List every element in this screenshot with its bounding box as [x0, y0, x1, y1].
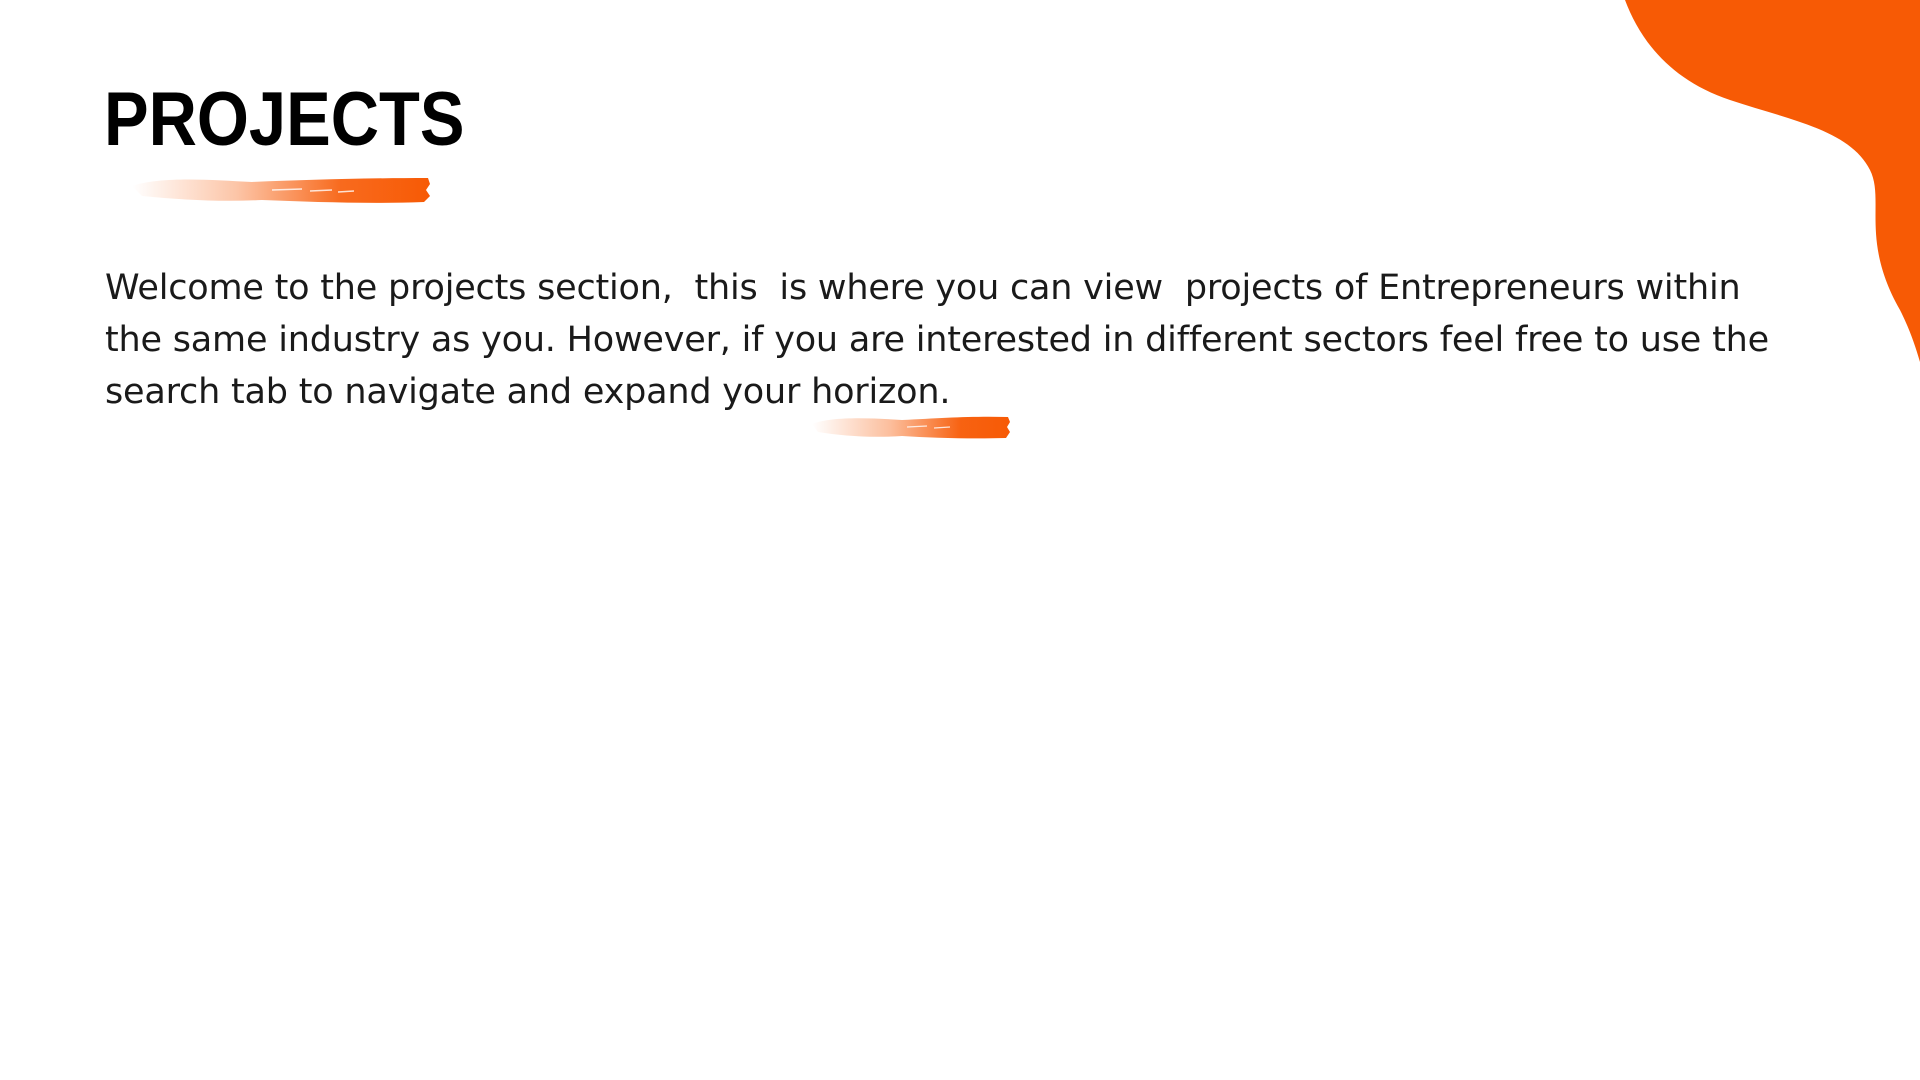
page-title: PROJECTS [104, 77, 465, 162]
title-brush-underline [132, 178, 430, 203]
intro-paragraph: Welcome to the projects section, this is… [105, 268, 1780, 412]
projects-page: PROJECTS Welcome to the projects section… [0, 0, 1920, 1080]
text-brush-underline [812, 416, 1010, 439]
